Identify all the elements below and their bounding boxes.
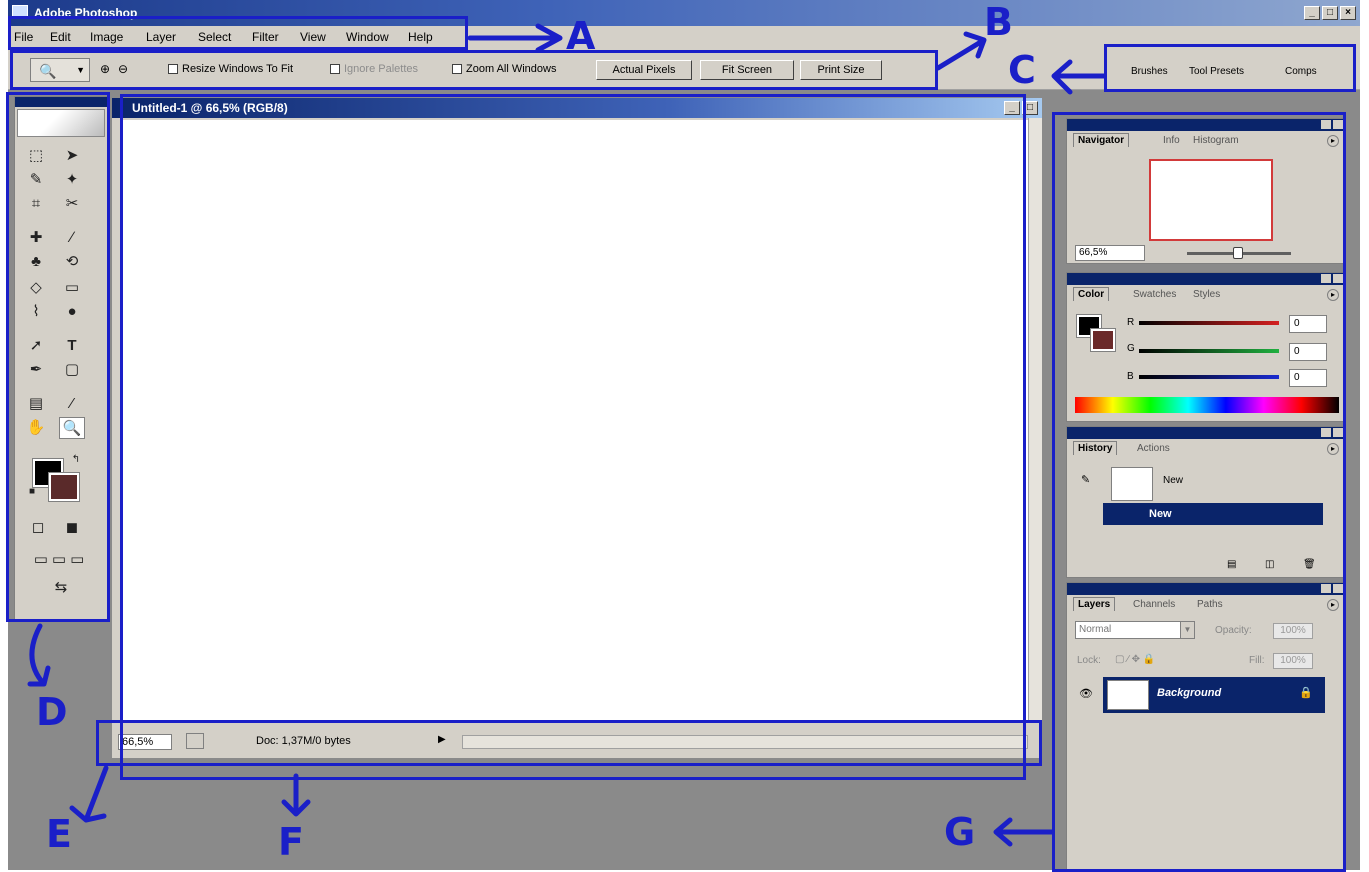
annotation-box-a xyxy=(8,16,468,50)
annotation-label-d: D xyxy=(36,690,68,734)
annotation-box-e xyxy=(96,720,1042,766)
annotation-label-f: F xyxy=(278,820,304,864)
annotation-box-b xyxy=(10,50,938,90)
annotation-box-g xyxy=(1052,112,1346,872)
annotation-box-d xyxy=(6,92,110,622)
minimize-button[interactable]: _ xyxy=(1304,6,1320,20)
vertical-scrollbar[interactable] xyxy=(1028,118,1042,722)
annotation-box-f xyxy=(120,94,1026,780)
annotation-label-a: A xyxy=(566,14,596,58)
close-button[interactable]: × xyxy=(1340,6,1356,20)
annotation-box-c xyxy=(1104,44,1356,92)
annotation-label-c: C xyxy=(1008,48,1036,92)
restore-button[interactable]: □ xyxy=(1322,6,1338,20)
annotation-label-e: E xyxy=(46,812,72,856)
annotation-label-g: G xyxy=(944,810,976,854)
annotation-label-b: B xyxy=(984,0,1013,44)
